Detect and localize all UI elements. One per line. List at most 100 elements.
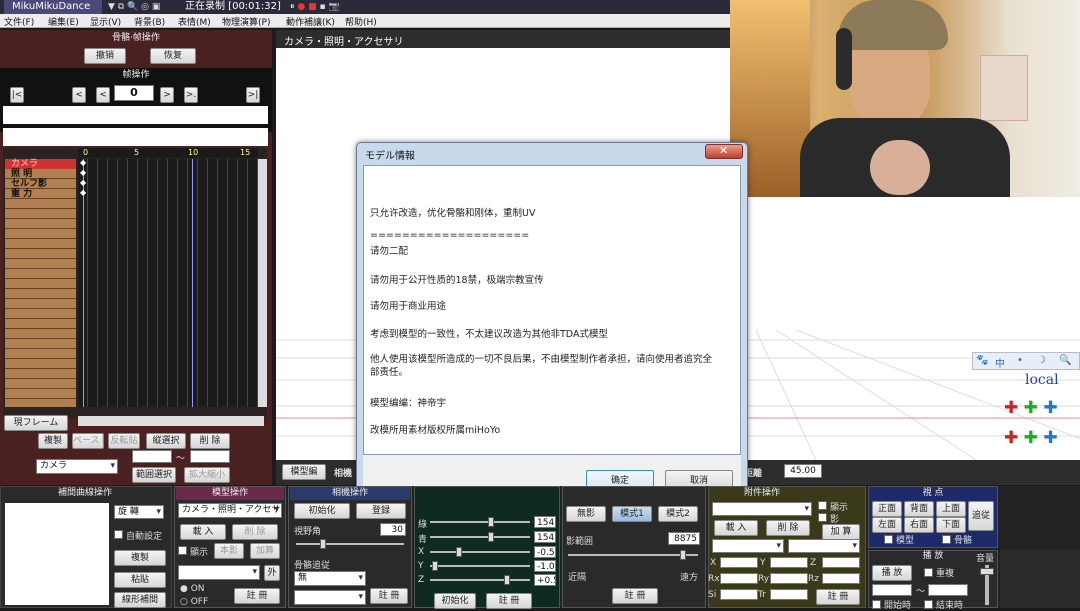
zoom-button[interactable]: 拡大縮小 [184,467,230,483]
model-select[interactable]: カメラ・照明・アクセサリ [178,503,282,518]
acc-add-button[interactable]: 加 算 [822,524,860,540]
view-bottom-button[interactable]: 下面 [936,517,966,533]
repeat-checkbox[interactable] [924,568,933,577]
camera-register-button[interactable]: 註 冊 [370,588,408,604]
timeline-scrollbar-h[interactable] [78,416,264,426]
timeline-scrollbar-v[interactable] [258,159,267,407]
acc-si-input[interactable] [720,589,758,600]
menu-file[interactable]: 文件(F) [4,15,34,28]
interp-paste-button[interactable]: 粘貼 [114,572,166,588]
keyframe-diamond-2[interactable]: ◆ [80,168,86,177]
frame-number-input[interactable]: 0 [114,85,154,101]
fov-knob[interactable] [320,539,326,549]
track-light[interactable]: 照 明 [5,169,76,179]
light-register-button[interactable]: 註 冊 [486,593,532,609]
shadow-mode1-button[interactable]: 模式1 [612,506,652,522]
model-delete-button[interactable]: 削 除 [232,524,278,540]
follow-bone-select[interactable]: 無 [294,571,366,586]
view-back-button[interactable]: 背面 [904,501,934,517]
acc-rx-input[interactable] [720,573,758,584]
play-end-input[interactable] [928,584,968,596]
vertical-select-button[interactable]: 縦選択 [146,433,186,449]
menu-edit[interactable]: 编集(E) [48,15,79,28]
acc-rz-input[interactable] [822,573,860,584]
accessory-select[interactable] [712,502,812,516]
light-init-button[interactable]: 初始化 [434,593,476,609]
light-knob-y[interactable] [432,561,438,571]
play-button[interactable]: 播 放 [872,565,912,581]
paste-button[interactable]: ペースト [72,433,104,449]
current-frame-button[interactable]: 現フレーム [4,415,68,431]
track-camera[interactable]: カメラ [5,159,76,169]
next-frame-button[interactable]: > [160,87,174,103]
add-button[interactable]: 加算 [250,543,280,559]
prev-frame-button[interactable]: < [96,87,110,103]
shadow-register-button[interactable]: 註 冊 [612,588,658,604]
outer-parent-select[interactable] [178,565,260,580]
range-select-button[interactable]: 範囲選択 [132,467,176,483]
show-checkbox[interactable] [178,546,187,555]
view-front-button[interactable]: 正面 [872,501,902,517]
track-gravity[interactable]: 重 力 [5,189,76,199]
light-knob-z[interactable] [504,575,510,585]
keyframe-diamond-4[interactable]: ◆ [80,188,86,197]
zoom-icon[interactable]: 🔍 [1059,355,1071,366]
acc-bone-select[interactable] [788,539,860,553]
light-slider-x[interactable] [430,547,530,557]
first-frame-button[interactable]: |< [10,87,24,103]
volume-knob[interactable] [980,568,994,575]
light-value-g[interactable]: 154 [534,516,556,528]
acc-shadow-checkbox[interactable] [818,513,827,522]
reverse-paste-button[interactable]: 反転貼 [108,433,140,449]
rotate-select[interactable]: 旋 轉 [114,505,164,519]
light-value-z[interactable]: +0.5 [534,574,556,586]
menu-motion[interactable]: 動作補讓(K) [286,15,335,28]
tab-camera[interactable]: 相機 [334,466,352,479]
record-controls[interactable]: ⏸ ● ■ ▪ 📷 [290,0,340,14]
keyframe-diamond-3[interactable]: ◆ [80,178,86,187]
range-end-input[interactable] [190,450,230,463]
menu-morph[interactable]: 表情(M) [178,15,211,28]
interp-copy-button[interactable]: 複製 [114,550,166,566]
axis-gizmo-row1[interactable]: ✚ ✚ ✚ [1004,398,1058,418]
center-icon[interactable]: 中 [995,355,1005,370]
view-top-button[interactable]: 上面 [936,501,966,517]
moon-icon[interactable]: ☽ [1037,355,1046,366]
shadow-range-input[interactable]: 8875 [668,532,700,545]
axis-gizmo-row2[interactable]: ✚ ✚ ✚ [1004,428,1058,448]
acc-delete-button[interactable]: 削 除 [766,520,810,536]
acc-z-input[interactable] [822,557,860,568]
light-value-y[interactable]: -1.0 [534,560,556,572]
acc-show-checkbox[interactable] [818,501,827,510]
off-radio[interactable]: ○ OFF [180,597,208,607]
light-slider-g[interactable] [430,517,530,527]
dot-icon[interactable]: • [1017,355,1023,366]
acc-ry-input[interactable] [770,573,808,584]
acc-tr-input[interactable] [770,589,808,600]
light-value-b[interactable]: 154 [534,531,556,543]
on-radio[interactable]: ● ON [180,584,205,594]
light-slider-b[interactable] [430,532,530,542]
light-knob-g[interactable] [488,517,494,527]
camera-reg-small[interactable]: 登録 [356,503,406,519]
range-start-input[interactable] [132,450,172,463]
view-left-button[interactable]: 左面 [872,517,902,533]
view-follow-button[interactable]: 追従 [968,501,994,531]
model-load-button[interactable]: 載 入 [180,524,226,540]
menu-help[interactable]: 帮助(H) [345,15,377,28]
close-icon[interactable]: ✕ [719,144,728,157]
window-icons[interactable]: ▼ ⧉ 🔍 ◎ ▣ [108,0,160,14]
light-knob-b[interactable] [488,532,494,542]
view-model-checkbox[interactable] [884,535,893,544]
camera-init-button[interactable]: 初始化 [294,503,350,519]
menu-view[interactable]: 显示(V) [90,15,121,28]
redo-button[interactable]: 恢复 [150,48,196,64]
delete-frame-button[interactable]: 削 除 [190,433,230,449]
fov-input[interactable]: 30 [380,523,406,536]
light-value-x[interactable]: -0.5 [534,546,556,558]
light-slider-z[interactable] [430,575,530,585]
view-bone-checkbox[interactable] [942,535,951,544]
fov-slider[interactable] [296,539,404,549]
acc-load-button[interactable]: 載 入 [714,520,758,536]
interp-curve-box[interactable] [5,503,109,605]
